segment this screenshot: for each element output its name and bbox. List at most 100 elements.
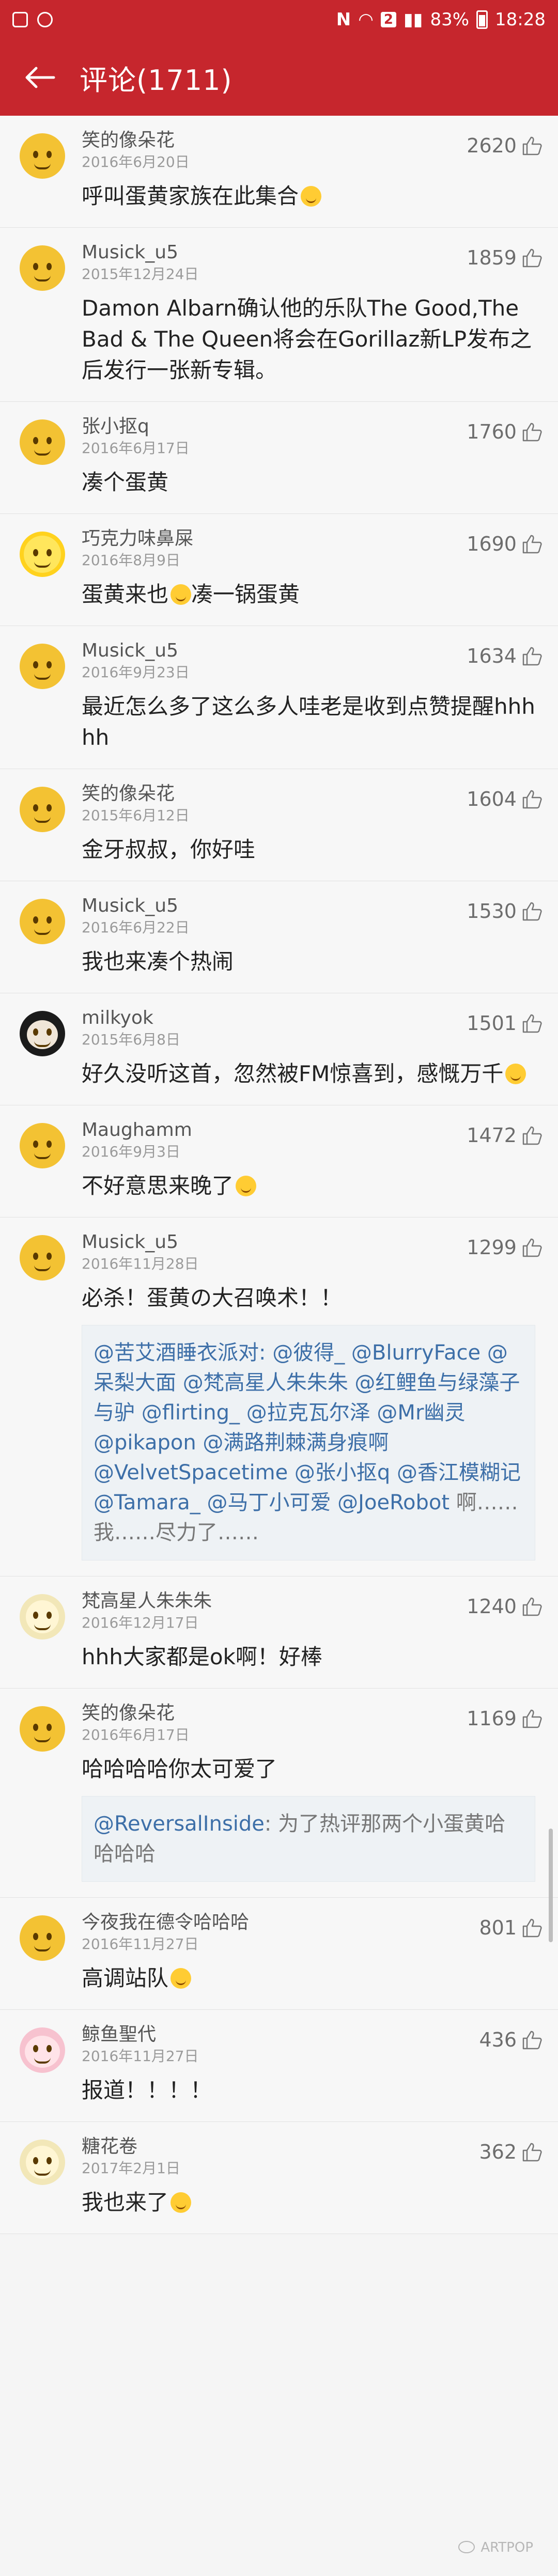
avatar[interactable] bbox=[20, 1123, 65, 1168]
thumb-up-icon bbox=[522, 423, 542, 442]
like-button[interactable]: 1859 bbox=[467, 246, 542, 269]
like-count: 1530 bbox=[467, 900, 517, 923]
emoji-icon bbox=[171, 1968, 192, 1989]
like-button[interactable]: 1760 bbox=[467, 420, 542, 443]
like-count: 1859 bbox=[467, 246, 517, 269]
battery-percent: 83% bbox=[430, 9, 470, 30]
thumb-up-icon bbox=[522, 1918, 542, 1938]
comment-text-main: 凑个蛋黄 bbox=[82, 470, 169, 495]
comment-text-main: 不好意思来晚了 bbox=[82, 1173, 234, 1198]
like-button[interactable]: 2620 bbox=[467, 134, 542, 157]
back-button[interactable] bbox=[23, 62, 59, 93]
comment-text-main: 哈哈哈哈你太可爱了 bbox=[82, 1756, 277, 1782]
comment-username[interactable]: 今夜我在德令哈哈哈 bbox=[82, 1911, 535, 1934]
battery-icon bbox=[476, 10, 488, 29]
avatar[interactable] bbox=[20, 899, 65, 944]
like-button[interactable]: 801 bbox=[479, 1916, 542, 1939]
comment-date: 2017年2月1日 bbox=[82, 2160, 180, 2177]
comment-text: 呼叫蛋黄家族在此集合 bbox=[82, 181, 535, 212]
comment-item: 笑的像朵花 2016年6月17日 1169 哈哈哈哈你太可爱了 @ReversalIns… bbox=[0, 1689, 558, 1898]
thumb-up-icon bbox=[522, 535, 542, 554]
like-count: 801 bbox=[479, 1916, 517, 1939]
like-button[interactable]: 362 bbox=[479, 2141, 542, 2163]
comment-text-main: 蛋黄来也 bbox=[82, 582, 169, 607]
comment-text-main: 好久没听这首，忽然被FM惊喜到，感慨万千 bbox=[82, 1061, 504, 1086]
avatar[interactable] bbox=[20, 133, 65, 179]
quoted-reply[interactable]: @苦艾酒睡衣派对: @彼得_ @BlurryFace @呆梨大面 @梵高星人朱朱… bbox=[82, 1325, 535, 1560]
comment-username[interactable]: 鲸鱼聖代 bbox=[82, 2023, 535, 2046]
comment-text-main: 最近怎么多了这么多人哇老是收到点赞提醒hhhhh bbox=[82, 694, 535, 750]
comment-item: 笑的像朵花 2016年6月20日 2620 呼叫蛋黄家族在此集合 bbox=[0, 116, 558, 228]
mention-links[interactable]: @ReversalInside bbox=[94, 1812, 265, 1836]
comment-item: 笑的像朵花 2015年6月12日 1604 金牙叔叔，你好哇 bbox=[0, 769, 558, 881]
avatar[interactable] bbox=[20, 1235, 65, 1281]
quoted-reply[interactable]: @ReversalInside: 为了热评那两个小蛋黄哈哈哈哈 bbox=[82, 1796, 535, 1882]
avatar[interactable] bbox=[20, 1915, 65, 1961]
thumb-up-icon bbox=[522, 790, 542, 809]
avatar[interactable] bbox=[20, 2140, 65, 2185]
like-count: 1690 bbox=[467, 533, 517, 555]
emoji-icon bbox=[171, 2192, 192, 2213]
comment-text-main: 金牙叔叔，你好哇 bbox=[82, 837, 256, 862]
like-count: 436 bbox=[479, 2028, 517, 2051]
avatar[interactable] bbox=[20, 2027, 65, 2073]
avatar[interactable] bbox=[20, 532, 65, 577]
like-button[interactable]: 1530 bbox=[467, 900, 542, 923]
avatar[interactable] bbox=[20, 644, 65, 689]
like-button[interactable]: 1240 bbox=[467, 1595, 542, 1618]
like-count: 362 bbox=[479, 2141, 517, 2163]
like-button[interactable]: 1604 bbox=[467, 788, 542, 810]
thumb-up-icon bbox=[522, 248, 542, 268]
comment-text: 我也来了 bbox=[82, 2187, 535, 2218]
like-button[interactable]: 436 bbox=[479, 2028, 542, 2051]
thumb-up-icon bbox=[522, 647, 542, 666]
comment-item: Musick_u5 2015年12月24日 1859 Damon Albarn确认他的… bbox=[0, 228, 558, 402]
comment-item: Musick_u5 2016年6月22日 1530 我也来凑个热闹 bbox=[0, 881, 558, 993]
app-header: 评论(1711) bbox=[0, 39, 558, 116]
comment-text: 高调站队 bbox=[82, 1963, 535, 1994]
chat-bubble-icon bbox=[458, 2541, 475, 2553]
thumb-up-icon bbox=[522, 1597, 542, 1616]
like-button[interactable]: 1169 bbox=[467, 1707, 542, 1730]
comment-item: Musick_u5 2016年9月23日 1634 最近怎么多了这么多人哇老是收到点赞… bbox=[0, 626, 558, 769]
avatar[interactable] bbox=[20, 419, 65, 465]
comment-text-main: 呼叫蛋黄家族在此集合 bbox=[82, 183, 299, 209]
comment-date: 2016年11月27日 bbox=[82, 1935, 199, 1953]
like-count: 1501 bbox=[467, 1012, 517, 1035]
avatar[interactable] bbox=[20, 787, 65, 832]
comment-text-main: hhh大家都是ok啊！好棒 bbox=[82, 1644, 322, 1669]
comment-text: hhh大家都是ok啊！好棒 bbox=[82, 1642, 535, 1673]
comment-item: 今夜我在德令哈哈哈 2016年11月27日 801 高调站队 bbox=[0, 1898, 558, 2010]
like-count: 1472 bbox=[467, 1124, 517, 1147]
comment-text: Damon Albarn确认他的乐队The Good,The Bad & The… bbox=[82, 293, 535, 386]
comment-text: 凑个蛋黄 bbox=[82, 467, 535, 498]
signal-icon: ▮▮ bbox=[404, 9, 423, 30]
like-button[interactable]: 1472 bbox=[467, 1124, 542, 1147]
like-button[interactable]: 1501 bbox=[467, 1012, 542, 1035]
comment-list[interactable]: 笑的像朵花 2016年6月20日 2620 呼叫蛋黄家族在此集合 Musick_u5 20… bbox=[0, 116, 558, 2234]
comment-text: 金牙叔叔，你好哇 bbox=[82, 834, 535, 865]
like-count: 1299 bbox=[467, 1236, 517, 1259]
comment-username[interactable]: 糖花卷 bbox=[82, 2135, 535, 2158]
comment-date: 2016年11月27日 bbox=[82, 2048, 199, 2065]
like-button[interactable]: 1690 bbox=[467, 533, 542, 555]
avatar[interactable] bbox=[20, 1706, 65, 1752]
comment-text-main: 高调站队 bbox=[82, 1965, 169, 1991]
comment-text: 蛋黄来也 凑一锅蛋黄 bbox=[82, 579, 535, 610]
avatar[interactable] bbox=[20, 245, 65, 291]
wifi-icon: ◠ bbox=[358, 9, 374, 30]
like-button[interactable]: 1634 bbox=[467, 645, 542, 667]
mention-links[interactable]: @苦艾酒睡衣派对: @彼得_ @BlurryFace @呆梨大面 @梵高星人朱朱… bbox=[94, 1341, 521, 1515]
avatar[interactable] bbox=[20, 1011, 65, 1056]
emoji-icon bbox=[236, 1176, 257, 1196]
comment-text: 最近怎么多了这么多人哇老是收到点赞提醒hhhhh bbox=[82, 691, 535, 753]
comment-text-main: Damon Albarn确认他的乐队The Good,The Bad & The… bbox=[82, 295, 532, 383]
like-count: 1604 bbox=[467, 788, 517, 810]
comment-text: 哈哈哈哈你太可爱了 bbox=[82, 1754, 535, 1785]
scrollbar[interactable] bbox=[549, 1829, 553, 1942]
status-bar: N ◠ 2 ▮▮ 83% 18:28 bbox=[0, 0, 558, 39]
like-button[interactable]: 1299 bbox=[467, 1236, 542, 1259]
nfc-icon: N bbox=[336, 9, 351, 30]
emoji-icon bbox=[171, 584, 192, 605]
avatar[interactable] bbox=[20, 1594, 65, 1640]
